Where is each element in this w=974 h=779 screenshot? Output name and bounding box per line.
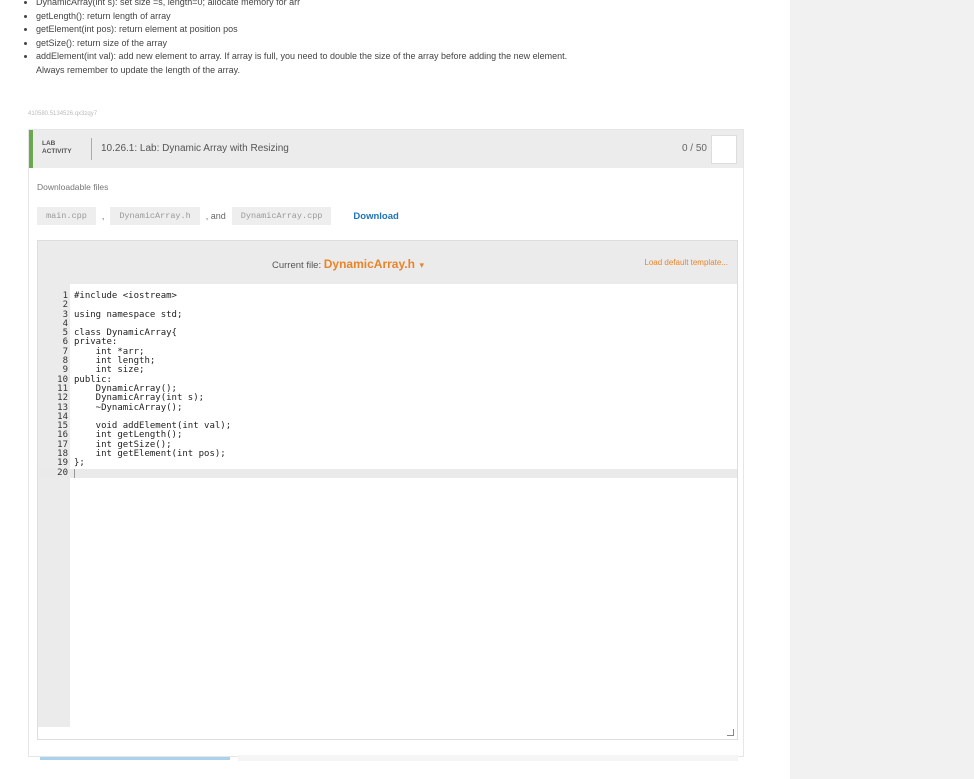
instruction-bullet: getElement(int pos): return element at p… [36, 23, 778, 37]
bottom-content-cutoff [238, 755, 738, 761]
editor-toolbar: Current file: DynamicArray.h ▾ Load defa… [38, 241, 737, 284]
instruction-bullet: DynamicArray(int s): set size =s, length… [36, 0, 778, 10]
downloadable-files-row: main.cpp , DynamicArray.h , and DynamicA… [37, 205, 399, 227]
current-file-name[interactable]: DynamicArray.h [324, 257, 415, 271]
code-text: int getElement(int pos); [74, 449, 226, 460]
lab-title: 10.26.1: Lab: Dynamic Array with Resizin… [101, 143, 289, 154]
bottom-progress-strip [40, 757, 230, 760]
code-text: }; [74, 458, 85, 469]
lab-activity-panel: LAB ACTIVITY 10.26.1: Lab: Dynamic Array… [28, 129, 744, 757]
instructions-list: DynamicArray(int s): set size =s, length… [18, 0, 778, 77]
code-content[interactable]: 1 #include <iostream> 2 3 using namespace st… [38, 291, 737, 478]
file-separator: , and [205, 211, 226, 221]
file-chip-dynamicarray-cpp: DynamicArray.cpp [231, 207, 332, 225]
right-side-panel [790, 0, 974, 779]
chevron-down-icon[interactable]: ▾ [420, 260, 425, 270]
activity-id: 410580.5134526.qx3zqy7 [28, 111, 98, 117]
load-default-template-link[interactable]: Load default template... [644, 258, 728, 267]
text-cursor [74, 468, 75, 478]
code-line[interactable]: 1 #include <iostream> [38, 291, 737, 301]
lab-header: LAB ACTIVITY 10.26.1: Lab: Dynamic Array… [29, 130, 743, 168]
current-file-selector[interactable]: Current file: DynamicArray.h ▾ [272, 257, 424, 271]
code-line[interactable]: 19}; [38, 458, 737, 469]
header-divider [91, 138, 92, 160]
line-number: 20 [57, 467, 68, 478]
instruction-bullet: getSize(): return size of the array [36, 37, 778, 51]
current-file-label: Current file: [272, 260, 322, 271]
code-text: using namespace std; [74, 309, 183, 320]
score-chip [711, 135, 737, 164]
downloadable-files-label: Downloadable files [37, 182, 109, 192]
instruction-bullet: addElement(int val): add new element to … [36, 50, 778, 64]
bullet-continuation: Always remember to update the length of … [36, 64, 240, 75]
download-link[interactable]: Download [353, 211, 398, 222]
lab-score: 0 / 50 [681, 143, 707, 154]
lab-activity-tag: LAB ACTIVITY [42, 140, 72, 156]
file-separator: , [101, 211, 105, 221]
code-editor: Current file: DynamicArray.h ▾ Load defa… [37, 240, 738, 740]
file-chip-dynamicarray-h: DynamicArray.h [110, 207, 200, 225]
file-chip-main-cpp: main.cpp [37, 207, 96, 225]
code-line[interactable]: 9 int size; [38, 366, 737, 376]
instruction-bullet: getLength(): return length of array [36, 10, 778, 24]
code-line[interactable]: 3 using namespace std; [38, 309, 737, 320]
code-line[interactable]: 20 [38, 467, 737, 478]
code-line[interactable]: 18 int getElement(int pos); [38, 449, 737, 460]
code-text: ~DynamicArray(); [74, 402, 183, 413]
code-line[interactable]: 5 class DynamicArray{ [38, 328, 737, 338]
code-line[interactable]: 13 ~DynamicArray(); [38, 402, 737, 413]
resize-handle-icon[interactable] [727, 729, 734, 736]
lab-tag-line1: LAB [42, 140, 56, 147]
lab-tag-line2: ACTIVITY [42, 148, 72, 155]
code-text: #include <iostream> [74, 291, 177, 301]
